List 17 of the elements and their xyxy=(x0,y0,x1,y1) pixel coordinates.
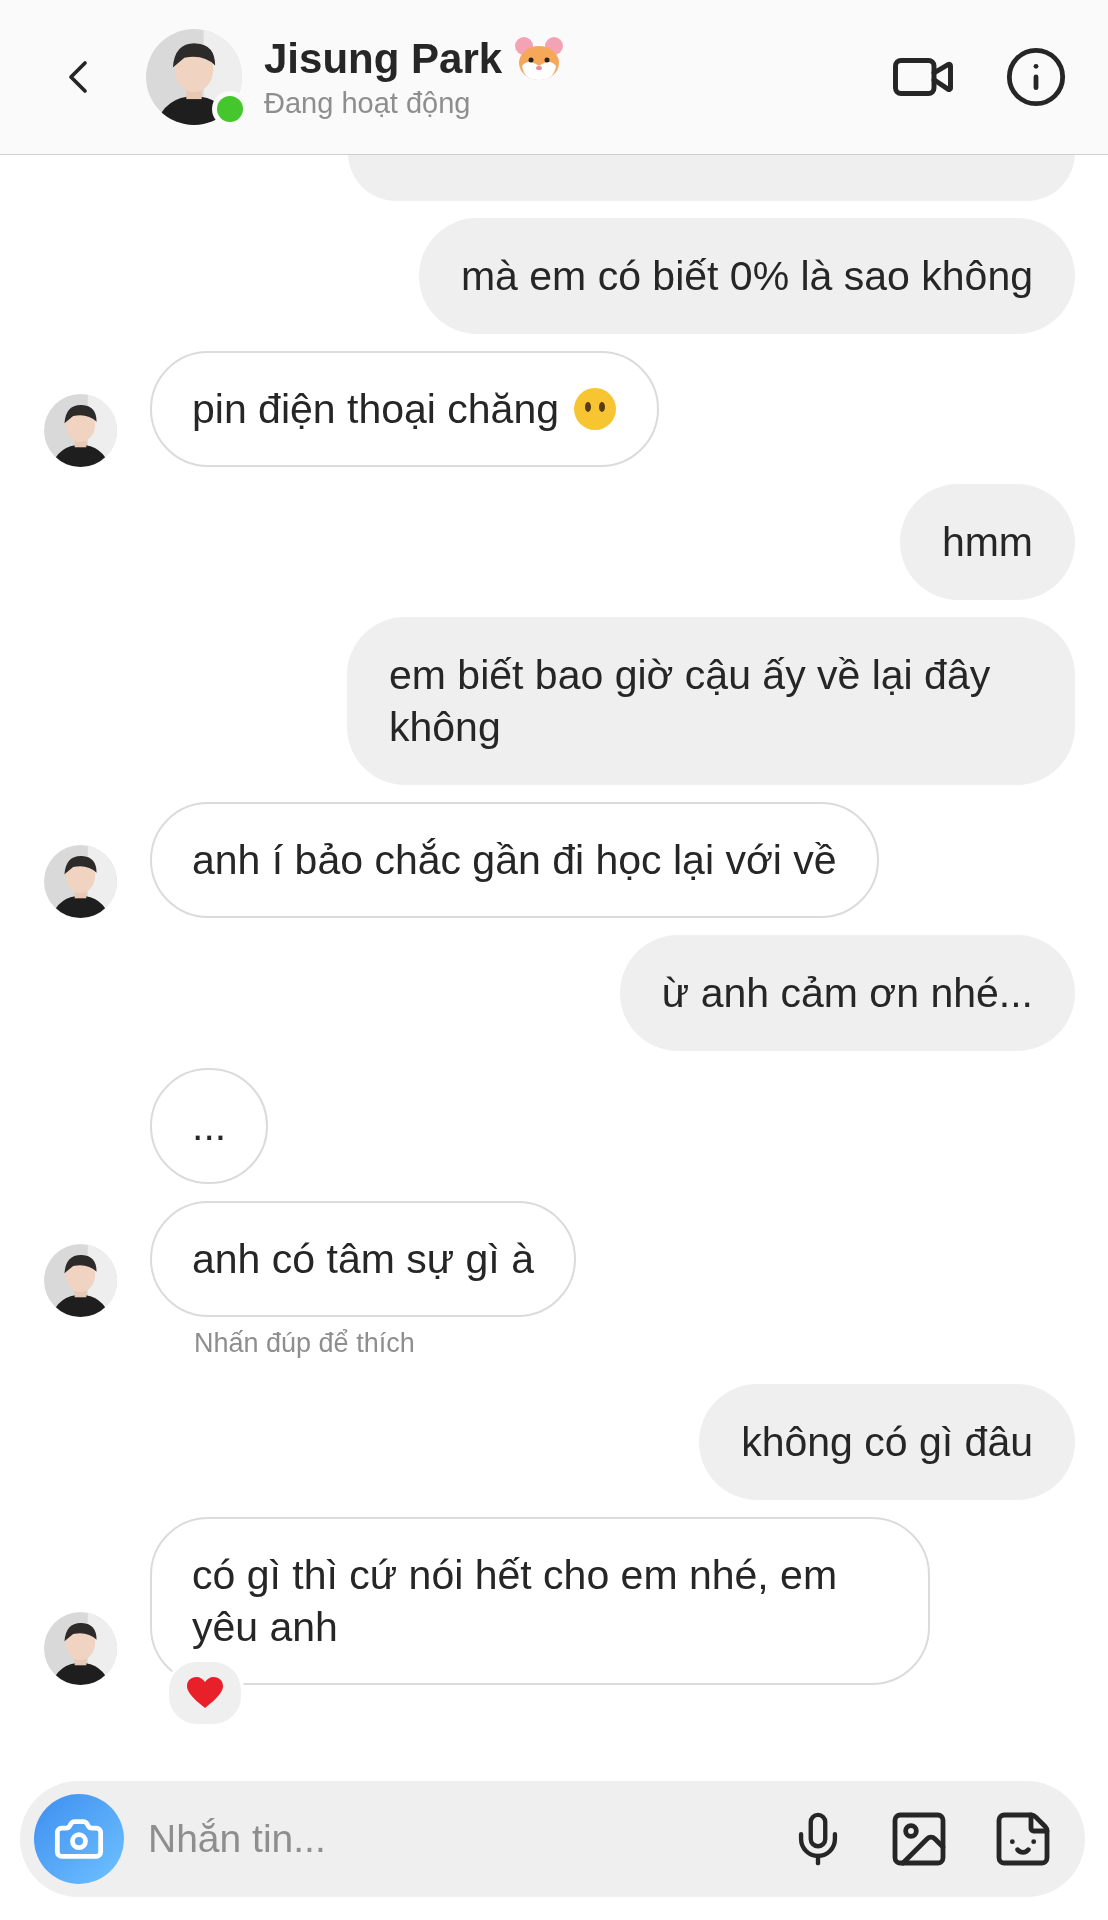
message-bubble: mà em có biết 0% là sao không xyxy=(418,218,1075,334)
info-icon[interactable] xyxy=(1004,45,1068,109)
message-bubble: anh í bảo chắc gần đi học lại với về xyxy=(150,802,879,918)
message-input[interactable]: Nhắn tin... xyxy=(146,1816,749,1862)
message-bubble: ... xyxy=(150,1068,269,1184)
message-bubble: em biết bao giờ cậu ấy về lại đây không xyxy=(347,617,1075,785)
activity-status: Đang hoạt động xyxy=(264,86,472,120)
double-tap-hint: Nhấn đúp để thích xyxy=(194,1328,416,1359)
message-bubble: không có gì đâu xyxy=(699,1384,1075,1500)
hamster-icon xyxy=(514,35,565,82)
contact-name: Jisung Park xyxy=(264,34,503,83)
message-bubble: anh có tâm sự gì à xyxy=(150,1201,576,1317)
message-bubble: ừ anh cảm ơn nhé... xyxy=(619,935,1075,1051)
message-bubble: pin điện thoại chăng xyxy=(150,351,660,467)
message-bubble: hmm xyxy=(899,484,1075,600)
camera-button[interactable] xyxy=(34,1794,124,1884)
message-bubble: có gì thì cứ nói hết cho em nhé, em yêu anh xyxy=(150,1517,930,1685)
